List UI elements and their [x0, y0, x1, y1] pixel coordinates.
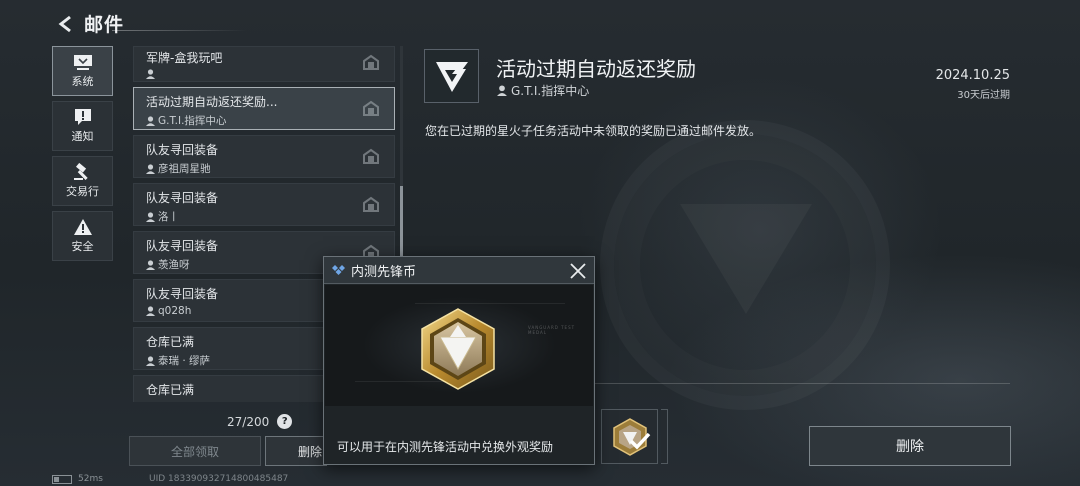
warning-triangle-icon	[72, 218, 94, 236]
gti-logo-icon	[435, 62, 468, 92]
mail-count: 27/200	[227, 414, 270, 429]
sidebar-item-label: 安全	[71, 240, 94, 253]
list-item[interactable]: 队友寻回装备 彦祖周星驰	[133, 135, 395, 178]
mail-subject: 活动过期自动返还奖励...	[146, 95, 278, 109]
mail-detail-sender-name: G.T.I.指挥中心	[511, 84, 590, 98]
art-caption: VANGUARD TEST MEDAL	[528, 325, 576, 335]
art-streak	[415, 303, 565, 304]
person-icon	[497, 85, 507, 96]
mail-date: 2024.10.25	[935, 68, 1010, 83]
page-header: 邮件	[54, 10, 124, 37]
mail-subject: 队友寻回装备	[146, 239, 219, 253]
sidebar-item-label: 通知	[71, 130, 94, 143]
mail-sender-name: 洛丨	[158, 211, 179, 223]
ping-value: 52ms	[78, 474, 103, 484]
diamond-cluster-icon	[332, 265, 345, 275]
mail-subject: 军牌-盒我玩吧	[146, 51, 223, 65]
status-bar: 52ms	[52, 474, 103, 484]
chevron-left-icon	[58, 15, 71, 32]
monitor-icon	[72, 53, 94, 71]
background-emblem	[600, 120, 890, 410]
mail-sender-name: 彦祖周星驰	[158, 163, 211, 175]
mail-sender-name: 羡渔呀	[158, 259, 190, 271]
attachment-slot-edge	[661, 409, 668, 464]
claimed-check-icon	[629, 432, 650, 450]
help-icon[interactable]: ?	[277, 414, 293, 429]
mail-sender: 洛丨	[146, 209, 382, 224]
alert-message-icon	[72, 108, 94, 126]
person-icon	[146, 259, 155, 270]
popup-header: 内测先锋币	[324, 257, 594, 284]
sidebar-item-security[interactable]: 安全	[52, 211, 113, 261]
item-artwork: VANGUARD TEST MEDAL	[325, 285, 593, 406]
page-title: 邮件	[84, 14, 125, 36]
mail-body: 您在已过期的星火子任务活动中未领取的奖励已通过邮件发放。	[425, 124, 762, 138]
mail-sender: G.T.I.指挥中心	[146, 113, 382, 128]
attachment-item[interactable]	[601, 409, 658, 464]
person-icon	[146, 69, 155, 79]
mail-sender-name: 泰瑞 · 缪萨	[158, 355, 211, 367]
category-sidebar: 系统 通知 交易行 安全	[52, 46, 113, 266]
mail-subject: 队友寻回装备	[146, 143, 219, 157]
header-divider	[112, 30, 247, 31]
item-info-popup: 内测先锋币 VANGUARD TEST MEDAL 可以用于在内测先锋活动中兑换…	[323, 256, 595, 465]
mail-sender-name: q028h	[158, 305, 192, 317]
sidebar-item-label: 系统	[71, 75, 94, 88]
person-icon	[146, 306, 155, 316]
opened-mail-icon	[363, 196, 379, 212]
opened-mail-icon	[363, 54, 379, 70]
close-button[interactable]	[568, 261, 588, 281]
sidebar-item-notice[interactable]: 通知	[52, 101, 113, 151]
list-item[interactable]: 军牌-盒我玩吧	[133, 46, 395, 82]
delete-button[interactable]: 删除	[809, 426, 1011, 466]
mail-detail-title: 活动过期自动返还奖励	[496, 57, 696, 81]
vanguard-coin-icon	[612, 417, 650, 456]
delete-read-button[interactable]: 删除	[265, 436, 327, 466]
user-id: UID 1833909327148004854​87	[149, 474, 289, 484]
list-item[interactable]: 活动过期自动返还奖励... G.T.I.指挥中心	[133, 87, 395, 130]
mail-counter: 27/200 ?	[227, 414, 293, 429]
list-item[interactable]: 队友寻回装备 洛丨	[133, 183, 395, 226]
opened-mail-icon	[363, 148, 379, 164]
person-icon	[146, 115, 155, 126]
close-icon	[570, 263, 586, 279]
mail-sender	[146, 69, 382, 79]
sender-logo	[424, 49, 479, 103]
sidebar-item-system[interactable]: 系统	[52, 46, 113, 96]
vanguard-coin-icon	[421, 308, 495, 390]
sidebar-item-label: 交易行	[66, 185, 99, 198]
person-icon	[146, 163, 155, 174]
mail-sender-name: G.T.I.指挥中心	[158, 115, 227, 127]
claim-all-button[interactable]: 全部领取	[129, 436, 261, 466]
popup-title: 内测先锋币	[351, 264, 417, 280]
sidebar-item-trading[interactable]: 交易行	[52, 156, 113, 206]
mail-sender: 彦祖周星驰	[146, 161, 382, 176]
mail-expiry: 30天后过期	[957, 90, 1010, 101]
mail-detail-sender: G.T.I.指挥中心	[497, 82, 589, 99]
gavel-icon	[72, 163, 94, 181]
opened-mail-icon	[363, 100, 379, 116]
mail-subject: 队友寻回装备	[146, 191, 219, 205]
person-icon	[146, 355, 155, 366]
battery-icon	[52, 474, 72, 484]
popup-description: 可以用于在内测先锋活动中兑换外观奖励	[337, 440, 554, 454]
back-button[interactable]	[54, 12, 78, 36]
person-icon	[146, 211, 155, 222]
